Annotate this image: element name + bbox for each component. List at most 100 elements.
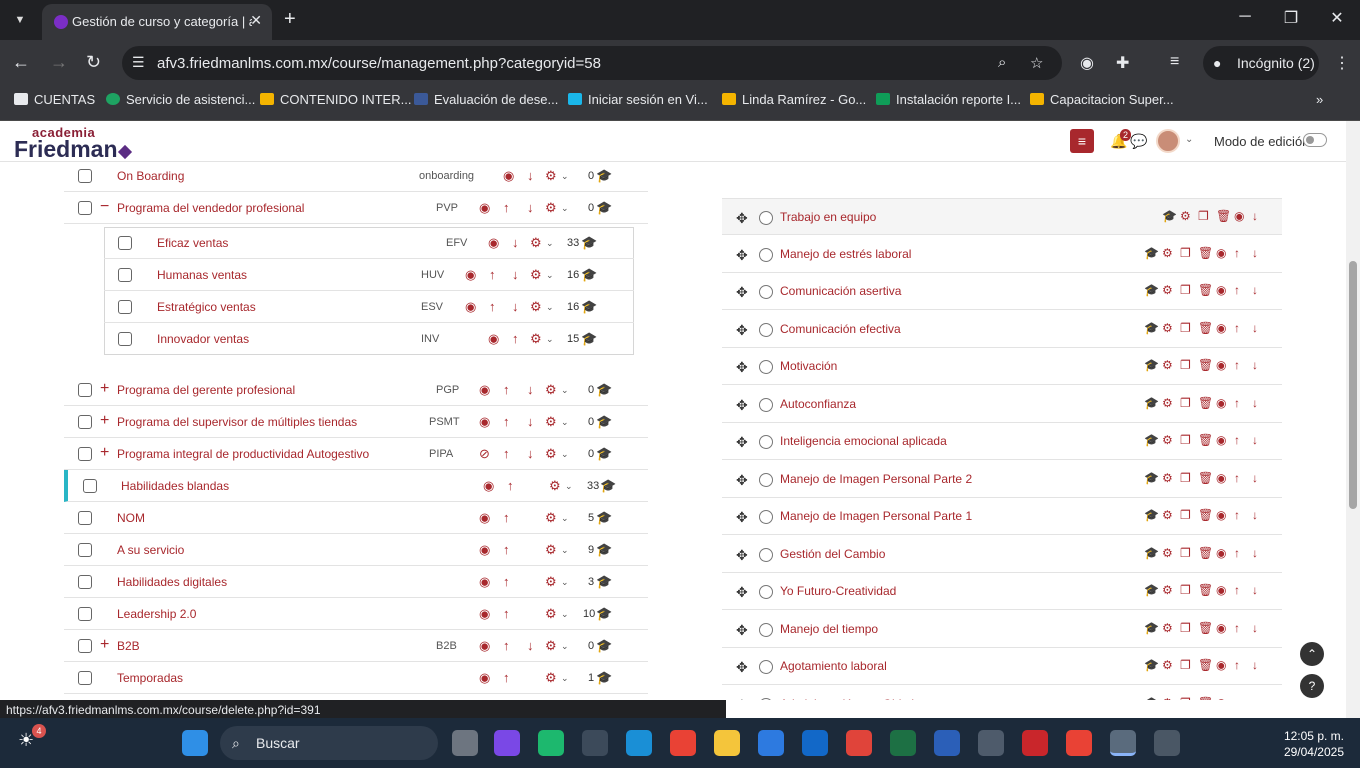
- course-checkbox[interactable]: [759, 547, 773, 562]
- category-checkbox[interactable]: [78, 201, 92, 215]
- course-checkbox[interactable]: [759, 247, 773, 262]
- gear-icon[interactable]: ⚙: [545, 169, 557, 183]
- copilot-icon[interactable]: [494, 730, 520, 756]
- back-to-top-button[interactable]: ⌃: [1300, 642, 1324, 666]
- course-row[interactable]: ✥ Gestión del Cambio 🎓 ⚙ ❐ 🗑 ◉ ↑ ↓: [722, 536, 1282, 573]
- trash-icon[interactable]: 🗑: [1198, 621, 1213, 635]
- category-name[interactable]: Habilidades digitales: [117, 575, 227, 589]
- category-row[interactable]: Habilidades blandas ◉ ↑ ⚙ ⌄ 33 🎓: [64, 470, 648, 502]
- gear-icon[interactable]: ⚙: [545, 543, 557, 557]
- chevron-down-icon[interactable]: ⌄: [546, 236, 554, 250]
- move-up-icon[interactable]: ↑: [507, 479, 514, 493]
- move-up-icon[interactable]: ↑: [1234, 546, 1240, 560]
- move-down-icon[interactable]: ↓: [1252, 321, 1258, 335]
- acrobat-icon[interactable]: [1022, 730, 1048, 756]
- gear-icon[interactable]: ⚙: [530, 300, 542, 314]
- gear-icon[interactable]: ⚙: [545, 671, 557, 685]
- category-checkbox[interactable]: [78, 415, 92, 429]
- bookmark-item[interactable]: Instalación reporte I...: [876, 92, 1021, 114]
- gear-icon[interactable]: ⚙: [545, 447, 557, 461]
- chevron-down-icon[interactable]: ⌄: [561, 383, 569, 397]
- obs-icon[interactable]: [582, 730, 608, 756]
- eye-icon[interactable]: ◉: [1216, 508, 1226, 522]
- copy-icon[interactable]: ❐: [1180, 621, 1191, 635]
- category-name[interactable]: Programa del supervisor de múltiples tie…: [117, 415, 357, 429]
- subcategory-checkbox[interactable]: [118, 332, 132, 346]
- graduation-cap-icon[interactable]: 🎓: [1144, 246, 1159, 260]
- move-up-icon[interactable]: ↑: [503, 447, 510, 461]
- trash-icon[interactable]: 🗑: [1198, 321, 1213, 335]
- chevron-down-icon[interactable]: ⌄: [561, 671, 569, 685]
- move-down-icon[interactable]: ↓: [1252, 583, 1258, 597]
- incognito-button[interactable]: ● Incógnito (2): [1203, 46, 1319, 80]
- move-up-icon[interactable]: ↑: [489, 300, 496, 314]
- category-name[interactable]: Programa integral de productividad Autog…: [117, 447, 369, 461]
- course-checkbox[interactable]: [759, 322, 773, 337]
- move-down-icon[interactable]: ↓: [512, 300, 519, 314]
- move-up-icon[interactable]: ↑: [1234, 321, 1240, 335]
- move-down-icon[interactable]: ↓: [1252, 658, 1258, 672]
- course-checkbox[interactable]: [759, 360, 773, 374]
- eye-icon[interactable]: ◉: [488, 332, 499, 346]
- course-checkbox[interactable]: [759, 285, 773, 299]
- category-checkbox[interactable]: [78, 607, 92, 621]
- gear-icon[interactable]: ⚙: [545, 511, 557, 525]
- graduation-cap-icon[interactable]: 🎓: [1144, 358, 1159, 372]
- move-up-icon[interactable]: ↑: [512, 332, 519, 346]
- expand-icon[interactable]: +: [100, 413, 109, 429]
- drawer-toggle-button[interactable]: ≡: [1070, 129, 1094, 153]
- drag-move-icon[interactable]: ✥: [736, 247, 748, 264]
- course-name[interactable]: Trabajo en equipo: [780, 210, 876, 224]
- user-avatar[interactable]: [1156, 129, 1180, 153]
- category-row[interactable]: + Programa del gerente profesional PGP ◉ ↑ ↓ ⚙…: [64, 374, 648, 406]
- move-up-icon[interactable]: ↑: [1234, 471, 1240, 485]
- course-name[interactable]: Comunicación asertiva: [780, 284, 901, 298]
- page-scrollbar[interactable]: [1346, 121, 1360, 718]
- collapse-icon[interactable]: −: [100, 199, 109, 215]
- gear-icon[interactable]: ⚙: [1180, 209, 1191, 223]
- subcategory-row[interactable]: Eficaz ventas EFV ◉ ↓ ⚙ ⌄ 33 🎓: [104, 227, 634, 259]
- subcategory-name[interactable]: Innovador ventas: [157, 332, 249, 346]
- copy-icon[interactable]: ❐: [1180, 433, 1191, 447]
- subcategory-checkbox[interactable]: [118, 236, 132, 250]
- move-up-icon[interactable]: ↑: [1234, 583, 1240, 597]
- category-name[interactable]: On Boarding: [117, 169, 184, 183]
- course-checkbox[interactable]: [759, 397, 773, 412]
- trash-icon[interactable]: 🗑: [1198, 546, 1213, 560]
- gear-icon[interactable]: ⚙: [545, 415, 557, 429]
- course-name[interactable]: Autoconfianza: [780, 397, 856, 411]
- app-icon[interactable]: [846, 730, 872, 756]
- category-name[interactable]: NOM: [117, 511, 145, 525]
- category-checkbox[interactable]: [78, 511, 92, 525]
- site-info-icon[interactable]: ☰: [132, 54, 145, 71]
- copy-icon[interactable]: ❐: [1198, 209, 1209, 223]
- course-name[interactable]: Manejo del tiempo: [780, 622, 878, 636]
- subcategory-row[interactable]: Humanas ventas HUV ◉ ↑ ↓ ⚙ ⌄ 16 🎓: [104, 259, 634, 291]
- course-row[interactable]: ✥ Comunicación efectiva 🎓 ⚙ ❐ 🗑 ◉ ↑ ↓: [722, 311, 1282, 348]
- copy-icon[interactable]: ❐: [1180, 658, 1191, 672]
- eye-icon[interactable]: ◉: [1216, 321, 1226, 335]
- category-name[interactable]: B2B: [117, 639, 140, 653]
- eye-icon[interactable]: ◉: [488, 236, 499, 250]
- chevron-down-icon[interactable]: ⌄: [546, 268, 554, 282]
- expand-icon[interactable]: +: [100, 637, 109, 653]
- category-row[interactable]: NOM ◉ ↑ ⚙ ⌄ 5 🎓: [64, 502, 648, 534]
- gear-icon[interactable]: ⚙: [545, 575, 557, 589]
- chevron-down-icon[interactable]: ⌄: [561, 415, 569, 429]
- outlook-icon[interactable]: [802, 730, 828, 756]
- gear-icon[interactable]: ⚙: [1162, 658, 1173, 672]
- course-row[interactable]: ✥ Motivación 🎓 ⚙ ❐ 🗑 ◉ ↑ ↓: [722, 348, 1282, 385]
- category-name[interactable]: A su servicio: [117, 543, 184, 557]
- move-down-icon[interactable]: ↓: [1252, 246, 1258, 260]
- trash-icon[interactable]: 🗑: [1198, 358, 1213, 372]
- move-up-icon[interactable]: ↑: [489, 268, 496, 282]
- course-name[interactable]: Yo Futuro-Creatividad: [780, 584, 896, 598]
- gear-icon[interactable]: ⚙: [1162, 508, 1173, 522]
- subcategory-checkbox[interactable]: [118, 300, 132, 314]
- graduation-cap-icon[interactable]: 🎓: [1162, 209, 1177, 223]
- gear-icon[interactable]: ⚙: [530, 268, 542, 282]
- media-control-icon[interactable]: ≡: [1170, 53, 1179, 71]
- eye-icon[interactable]: ◉: [1234, 209, 1244, 223]
- category-name[interactable]: Leadership 2.0: [117, 607, 196, 621]
- chevron-down-icon[interactable]: ⌄: [565, 479, 573, 493]
